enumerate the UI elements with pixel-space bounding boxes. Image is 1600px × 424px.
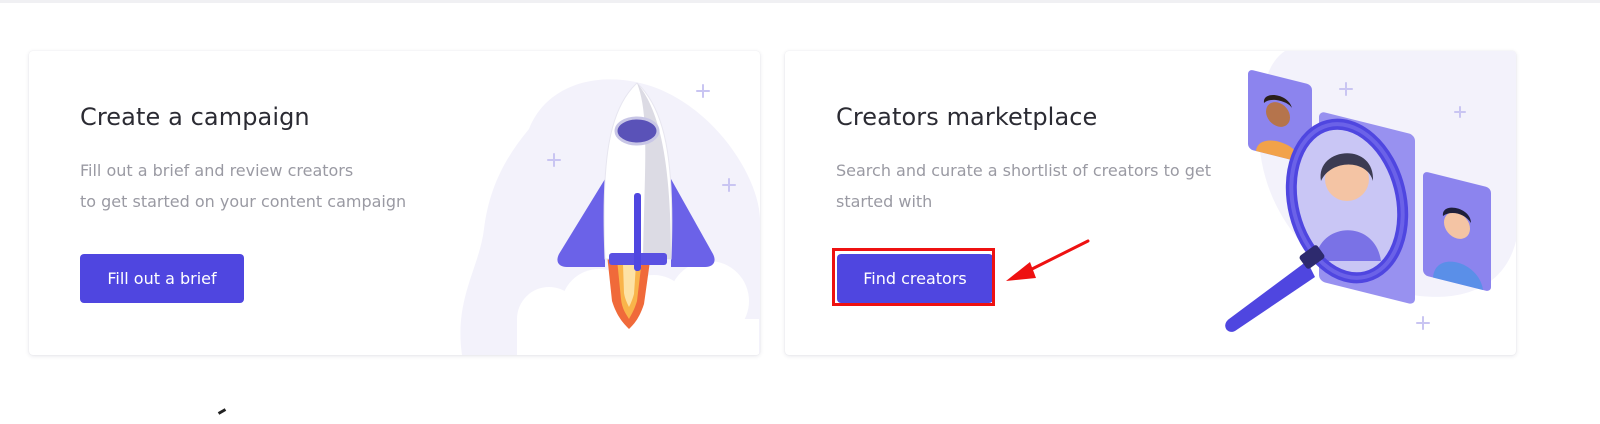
create-campaign-card: Create a campaign Fill out a brief and r… [29, 51, 760, 355]
card-description: Fill out a brief and review creators to … [80, 155, 406, 217]
annotation-arrow-icon [1006, 239, 1090, 281]
description-line: Search and curate a shortlist of creator… [836, 161, 1212, 180]
card-description: Search and curate a shortlist of creator… [836, 155, 1211, 217]
find-creators-button[interactable]: Find creators [837, 254, 993, 303]
partial-glyph [217, 408, 227, 415]
description-line: started with [836, 192, 933, 211]
rocket-illustration [460, 79, 760, 355]
card-title: Creators marketplace [836, 103, 1098, 131]
top-divider [0, 0, 1600, 3]
description-line: Fill out a brief and review creators [80, 161, 354, 180]
magnifier-creators-illustration [1225, 51, 1516, 332]
creators-marketplace-card: Creators marketplace Search and curate a… [785, 51, 1516, 355]
card-title: Create a campaign [80, 103, 310, 131]
description-line: to get started on your content campaign [80, 192, 407, 211]
fill-out-brief-button[interactable]: Fill out a brief [80, 254, 244, 303]
